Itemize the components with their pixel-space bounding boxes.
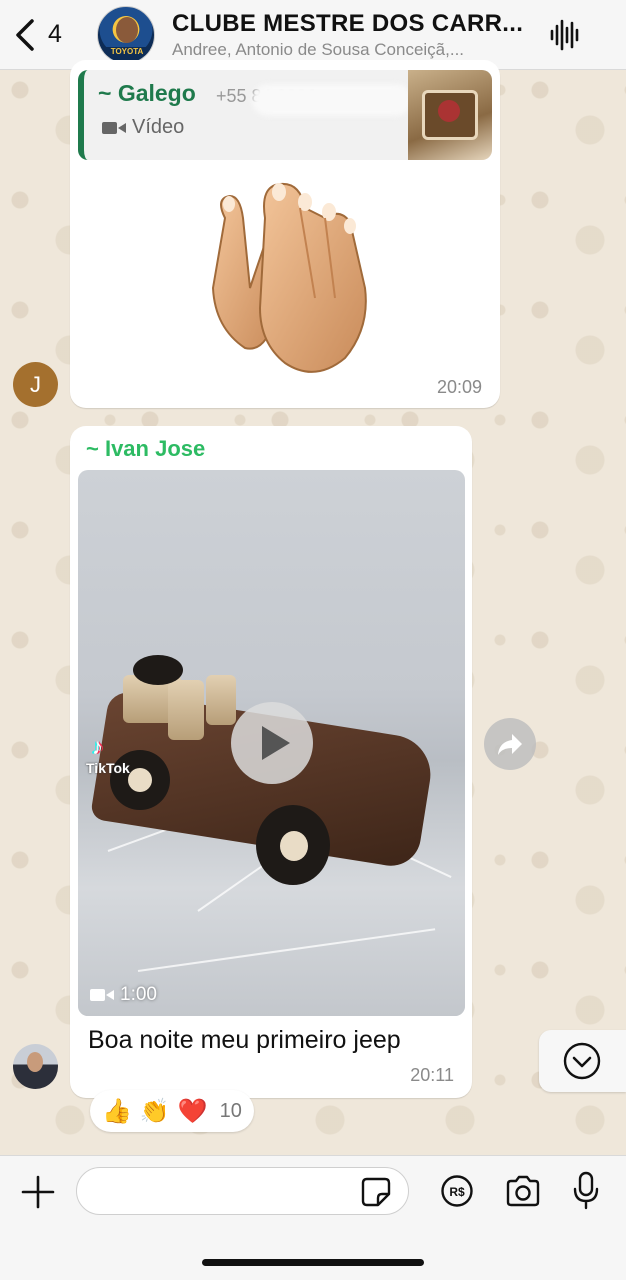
reaction-clap: 👏 [139, 1097, 170, 1125]
tiktok-logo-icon: ♪ [92, 734, 103, 759]
jeep-wheel [256, 805, 330, 885]
quoted-type-label: Vídeo [132, 116, 185, 138]
home-indicator[interactable] [202, 1259, 424, 1266]
quoted-video-thumbnail [408, 70, 492, 160]
tiktok-watermark: TikTok [86, 760, 130, 776]
video-icon [90, 989, 114, 1001]
quoted-sender: ~ Galego [98, 80, 196, 106]
microphone-icon[interactable] [570, 1170, 602, 1210]
spare-wheel [133, 655, 183, 685]
avatar-face [27, 1052, 43, 1072]
quoted-type: Vídeo [102, 116, 184, 139]
avatar-text: TOYOTA [104, 47, 150, 56]
unread-count[interactable]: 4 [48, 20, 62, 49]
group-title[interactable]: CLUBE MESTRE DOS CARR... [172, 10, 532, 38]
camera-icon[interactable] [504, 1174, 542, 1208]
message-bubble-sticker[interactable]: ~ Galego +55 84 9996 Vídeo [70, 60, 500, 408]
svg-text:R$: R$ [449, 1185, 465, 1199]
redaction-blur [252, 84, 412, 116]
reactions-pill[interactable]: 👍 👏 ❤️ 10 [90, 1090, 254, 1132]
play-button[interactable] [231, 702, 313, 784]
group-avatar[interactable]: TOYOTA [97, 6, 155, 64]
scroll-to-bottom-button[interactable] [539, 1030, 626, 1092]
avatar[interactable] [13, 1044, 58, 1089]
reaction-thumbs-up: 👍 [102, 1097, 132, 1125]
video-preview[interactable]: ♪ TikTok 1:00 [78, 470, 465, 1016]
quoted-message[interactable]: ~ Galego +55 84 9996 Vídeo [78, 70, 492, 160]
play-icon [262, 726, 290, 760]
sticker-icon[interactable] [360, 1176, 392, 1208]
payment-icon[interactable]: R$ [440, 1174, 474, 1208]
message-sender[interactable]: ~ Ivan Jose [86, 436, 205, 462]
avatar[interactable]: J [13, 362, 58, 407]
chevron-down-icon [563, 1042, 601, 1080]
message-time: 20:09 [436, 377, 482, 397]
forward-icon [498, 734, 522, 755]
message-caption: Boa noite meu primeiro jeep [88, 1026, 401, 1054]
thumbnail-detail [438, 100, 460, 122]
reaction-heart: ❤️ [177, 1097, 208, 1125]
plus-icon[interactable] [20, 1174, 56, 1210]
reaction-count: 10 [219, 1099, 242, 1122]
message-time: 20:11 [410, 1065, 454, 1085]
jeep-wheel [110, 750, 170, 810]
forward-button[interactable] [484, 718, 536, 770]
waveform-icon[interactable] [548, 18, 582, 52]
group-members[interactable]: Andree, Antonio de Sousa Conceiçã,... [172, 40, 522, 60]
video-icon [102, 121, 126, 134]
jeep-seat [206, 675, 236, 725]
avatar-face [116, 17, 138, 43]
clapping-hands-sticker [211, 182, 367, 373]
message-bubble-video[interactable]: ~ Ivan Jose ♪ TikTok 1:00 Boa noite meu … [70, 426, 472, 1098]
video-duration-row: 1:00 [90, 984, 157, 1006]
chevron-left-icon[interactable] [10, 18, 40, 52]
jeep-seat [168, 680, 204, 740]
video-duration: 1:00 [120, 984, 157, 1005]
